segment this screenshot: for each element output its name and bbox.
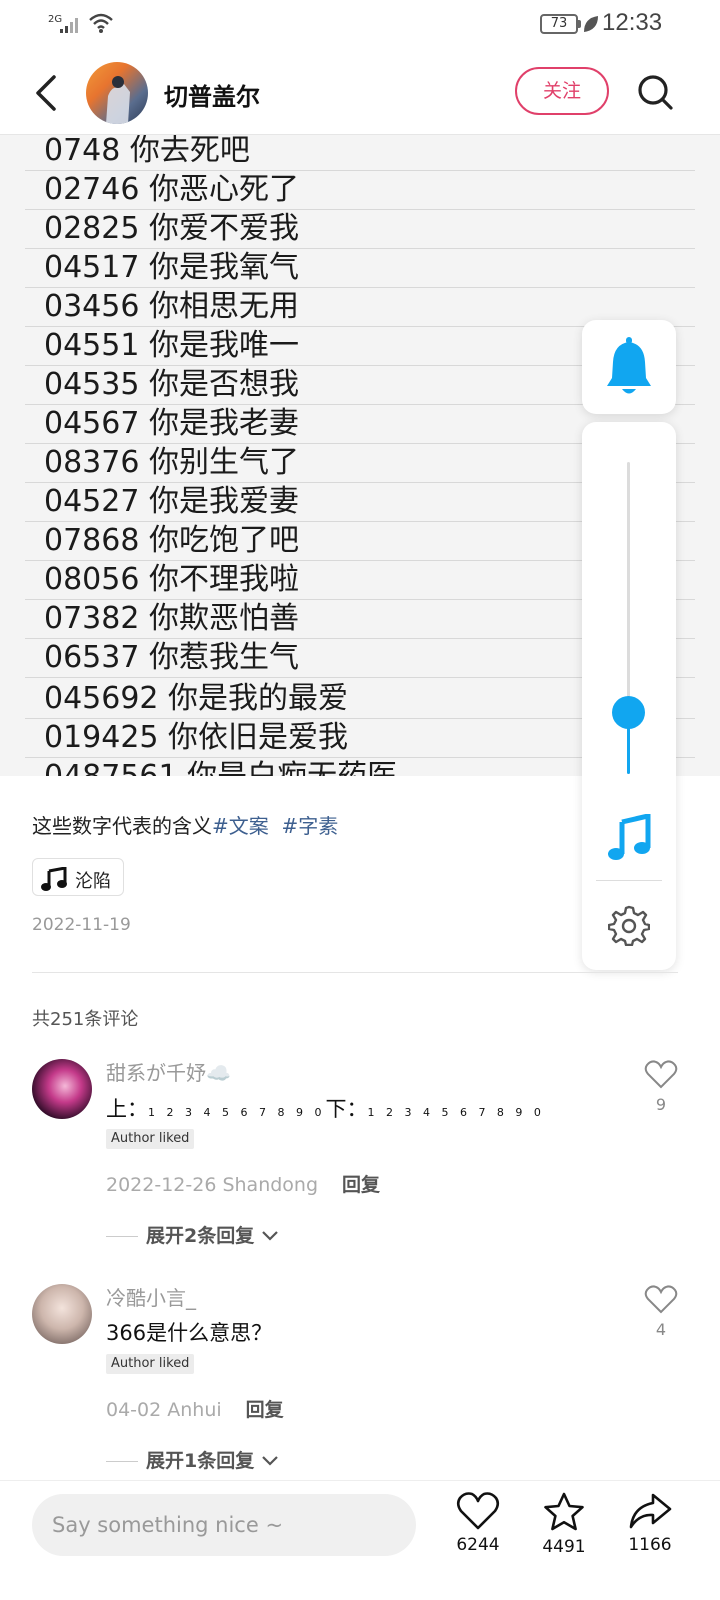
- heart-icon[interactable]: [644, 1059, 678, 1089]
- volume-panel: [582, 422, 676, 970]
- divider: [32, 972, 678, 973]
- expand-replies-label: 展开2条回复: [146, 1225, 255, 1247]
- battery-indicator: 73: [540, 14, 578, 34]
- author-avatar[interactable]: [86, 62, 148, 124]
- number-row: 02825 你爱不爱我: [25, 210, 695, 249]
- favorite-total: 4491: [542, 1537, 586, 1557]
- music-chip[interactable]: 沦陷: [32, 858, 124, 896]
- comment-count: 共251条评论: [32, 1009, 139, 1030]
- bottom-action-bar: Say something nice ~ 6244 4491 1166: [0, 1480, 720, 1600]
- comment-digits: 1 2 3 4 5 6 7 8 9 0: [148, 1106, 326, 1119]
- chevron-down-icon: [262, 1231, 278, 1241]
- commenter-name[interactable]: 甜系が千妤☁️: [106, 1057, 231, 1086]
- post-header: 切普盖尔 关注: [0, 55, 720, 135]
- comment-meta: 2022-12-26 Shandong 回复: [106, 1170, 380, 1197]
- post-date: 2022-11-19: [32, 915, 131, 935]
- number-row: 0748 你去死吧: [25, 135, 695, 171]
- notification-card[interactable]: [582, 320, 676, 414]
- settings-gear-icon[interactable]: [608, 904, 650, 946]
- clock: 12:33: [602, 9, 663, 36]
- music-title: 沦陷: [75, 871, 111, 892]
- share-arrow-icon: [629, 1493, 672, 1529]
- commenter-avatar[interactable]: [32, 1059, 92, 1119]
- expand-replies-label: 展开1条回复: [146, 1450, 255, 1472]
- like-count: 4: [655, 1320, 667, 1339]
- reply-button[interactable]: 回复: [246, 1399, 284, 1421]
- music-note-icon: [41, 867, 67, 891]
- author-liked-badge: Author liked: [106, 1354, 195, 1374]
- post-caption: 这些数字代表的含义#文案 #字素: [32, 810, 338, 839]
- battery-tip: [578, 20, 581, 28]
- favorite-button[interactable]: 4491: [534, 1491, 594, 1581]
- star-icon: [544, 1492, 584, 1531]
- expand-replies-button[interactable]: 展开1条回复: [106, 1446, 279, 1473]
- commenter-avatar[interactable]: [32, 1284, 92, 1344]
- share-total: 1166: [628, 1535, 672, 1555]
- author-name[interactable]: 切普盖尔: [164, 77, 260, 112]
- author-liked-badge: Author liked: [106, 1129, 195, 1149]
- number-row: 02746 你恶心死了: [25, 171, 695, 210]
- commenter-name[interactable]: 冷酷小言_: [106, 1282, 196, 1311]
- follow-button[interactable]: 关注: [515, 67, 609, 115]
- back-arrow-icon[interactable]: [30, 73, 62, 113]
- heart-icon[interactable]: [644, 1284, 678, 1314]
- comment-digits: 1 2 3 4 5 6 7 8 9 0: [367, 1106, 545, 1119]
- hashtag-link[interactable]: #文案: [212, 814, 269, 838]
- volume-slider-handle[interactable]: [612, 695, 645, 729]
- comment-text: 366是什么意思？: [106, 1321, 273, 1345]
- expand-replies-button[interactable]: 展开2条回复: [106, 1221, 279, 1248]
- comment-text-part: 下：: [325, 1097, 368, 1121]
- comment-text: 上：1 2 3 4 5 6 7 8 9 0下：1 2 3 4 5 6 7 8 9…: [106, 1093, 545, 1123]
- comment-date-location: 04-02 Anhui: [106, 1399, 222, 1421]
- caption-text: 这些数字代表的含义: [32, 814, 212, 838]
- wifi-icon: [89, 13, 113, 33]
- reply-button[interactable]: 回复: [342, 1174, 380, 1196]
- hashtag-link[interactable]: #字素: [281, 814, 338, 838]
- comment-meta: 04-02 Anhui 回复: [106, 1395, 284, 1422]
- signal-icon: [60, 18, 78, 33]
- comment-input[interactable]: Say something nice ~: [32, 1494, 416, 1556]
- chevron-down-icon: [262, 1456, 278, 1466]
- share-button[interactable]: 1166: [620, 1491, 680, 1581]
- search-icon[interactable]: [636, 73, 674, 111]
- like-count: 9: [655, 1095, 667, 1114]
- bell-icon[interactable]: [582, 320, 676, 414]
- music-note-icon[interactable]: [606, 814, 652, 862]
- panel-divider: [596, 880, 662, 881]
- number-row: 04517 你是我氧气: [25, 249, 695, 288]
- like-button[interactable]: 6244: [448, 1491, 508, 1581]
- leaf-icon: [584, 16, 598, 32]
- status-bar: 2G 73 12:33: [0, 0, 720, 50]
- heart-icon: [456, 1492, 500, 1530]
- comment-date-location: 2022-12-26 Shandong: [106, 1174, 319, 1196]
- comment-text-part: 上：: [106, 1097, 148, 1121]
- like-total: 6244: [456, 1535, 500, 1555]
